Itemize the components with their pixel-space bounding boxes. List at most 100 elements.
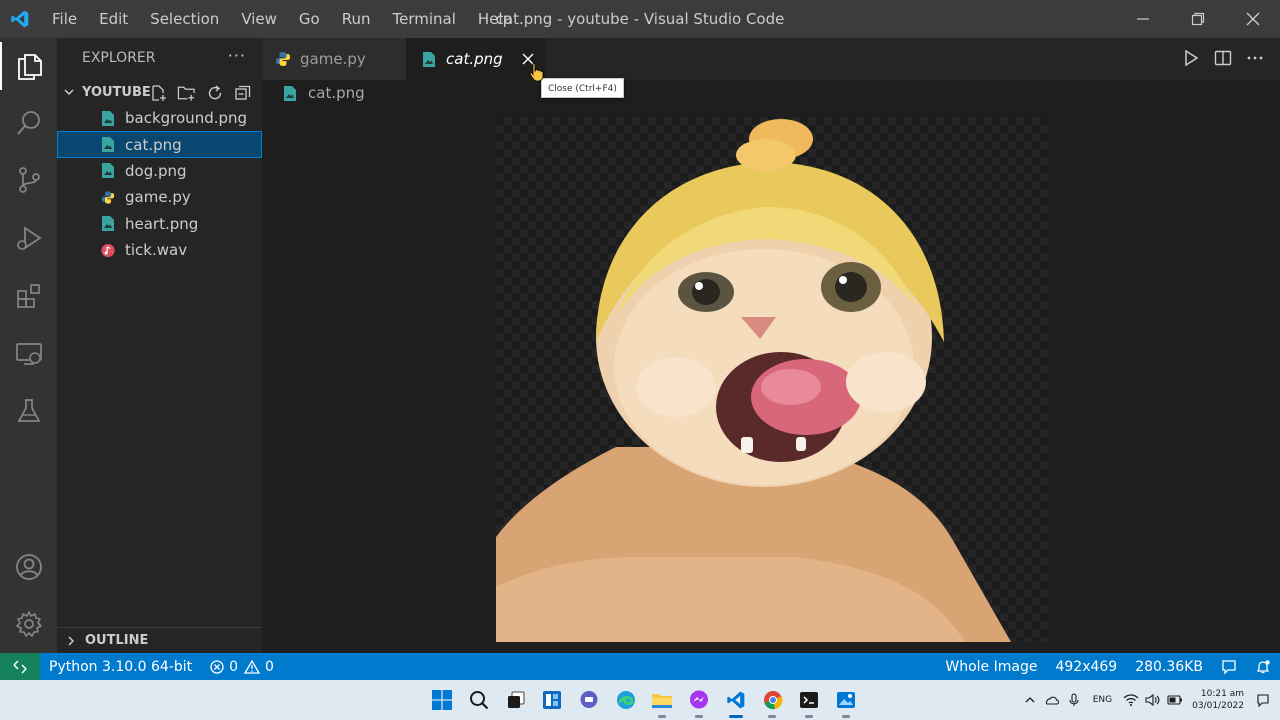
python-interpreter[interactable]: Python 3.10.0 64-bit	[40, 653, 201, 680]
image-zoom[interactable]: Whole Image	[936, 653, 1046, 680]
notifications-icon[interactable]	[1252, 680, 1274, 720]
file-label: background.png	[125, 109, 248, 128]
menu-terminal[interactable]: Terminal	[382, 0, 467, 38]
taskbar-apps	[424, 680, 864, 720]
menu-edit[interactable]: Edit	[88, 0, 139, 38]
search-icon[interactable]	[0, 99, 57, 147]
new-folder-icon[interactable]	[177, 83, 196, 102]
file-item-tick[interactable]: tick.wav	[57, 237, 262, 263]
extensions-icon[interactable]	[0, 272, 57, 320]
wifi-icon[interactable]	[1120, 680, 1142, 720]
chevron-right-icon	[65, 635, 79, 647]
collapse-all-icon[interactable]	[233, 83, 252, 102]
menu-run[interactable]: Run	[331, 0, 382, 38]
photos-icon[interactable]	[828, 680, 865, 720]
file-label: heart.png	[125, 214, 199, 233]
python-file-icon	[274, 50, 292, 68]
window-controls	[1115, 0, 1280, 38]
system-clock[interactable]: 10:21 am 03/01/2022	[1186, 688, 1252, 712]
status-bar: Python 3.10.0 64-bit 0 0 Whole Image 492…	[0, 653, 1280, 680]
image-preview[interactable]	[496, 117, 1048, 642]
windows-start-icon[interactable]	[424, 680, 461, 720]
menu-help[interactable]: Help	[467, 0, 523, 38]
problems-indicator[interactable]: 0 0	[201, 653, 283, 680]
breadcrumb-item[interactable]: cat.png	[308, 84, 365, 102]
settings-gear-icon[interactable]	[0, 600, 57, 648]
remote-explorer-icon[interactable]	[0, 330, 57, 378]
tab-label: cat.png	[446, 50, 503, 68]
file-item-game[interactable]: game.py	[57, 184, 262, 210]
folder-youtube[interactable]: YOUTUBE	[57, 79, 262, 105]
input-language[interactable]: ENG	[1085, 695, 1120, 705]
restore-button[interactable]	[1170, 0, 1225, 38]
explorer-header: EXPLORER ···	[57, 38, 262, 78]
file-item-background[interactable]: background.png	[57, 105, 262, 131]
run-debug-icon[interactable]	[0, 214, 57, 262]
onedrive-cloud-icon[interactable]	[1041, 680, 1063, 720]
menu-selection[interactable]: Selection	[139, 0, 230, 38]
tab-bar: game.py cat.png	[262, 38, 1280, 80]
outline-section[interactable]: OUTLINE	[57, 627, 262, 653]
image-file-icon	[420, 50, 438, 68]
feedback-icon[interactable]	[1212, 653, 1246, 680]
tab-game-py[interactable]: game.py	[262, 38, 406, 80]
menu-go[interactable]: Go	[288, 0, 331, 38]
volume-icon[interactable]	[1142, 680, 1164, 720]
close-window-button[interactable]	[1225, 0, 1280, 38]
microphone-icon[interactable]	[1063, 680, 1085, 720]
editor-actions	[1182, 48, 1264, 68]
image-file-icon	[101, 137, 115, 153]
chrome-icon[interactable]	[754, 680, 791, 720]
battery-icon[interactable]	[1164, 680, 1186, 720]
file-item-dog[interactable]: dog.png	[57, 158, 262, 184]
terminal-icon[interactable]	[791, 680, 828, 720]
status-bar-right: Whole Image 492x469 280.36KB	[936, 653, 1280, 680]
audio-file-icon	[101, 242, 115, 258]
more-actions-icon[interactable]	[1246, 48, 1264, 68]
teams-chat-icon[interactable]	[571, 680, 608, 720]
image-preview-editor	[262, 106, 1280, 653]
split-editor-icon[interactable]	[1214, 48, 1232, 68]
file-item-heart[interactable]: heart.png	[57, 211, 262, 237]
new-file-icon[interactable]	[149, 83, 168, 102]
menu-bar: File Edit Selection View Go Run Terminal…	[40, 0, 523, 38]
more-actions-icon[interactable]: ···	[228, 46, 246, 65]
error-count: 0	[229, 658, 239, 675]
close-icon	[1246, 12, 1259, 26]
remote-indicator[interactable]	[0, 653, 40, 680]
tab-label: game.py	[300, 50, 366, 68]
explorer-icon[interactable]	[0, 42, 57, 90]
tab-cat-png[interactable]: cat.png	[406, 38, 546, 80]
chevron-down-icon	[63, 86, 77, 98]
outline-label: OUTLINE	[85, 633, 149, 648]
minimize-button[interactable]	[1115, 0, 1170, 38]
explorer-sidebar: EXPLORER ··· YOUTUBE background.png cat.…	[57, 38, 262, 653]
python-file-icon	[101, 189, 115, 205]
vscode-icon[interactable]	[718, 680, 755, 720]
widgets-icon[interactable]	[534, 680, 571, 720]
source-control-icon[interactable]	[0, 156, 57, 204]
notifications-bell-icon[interactable]	[1246, 653, 1280, 680]
clock-date: 03/01/2022	[1192, 701, 1244, 711]
file-explorer-icon[interactable]	[644, 680, 681, 720]
system-tray: ENG 10:21 am 03/01/2022	[1019, 680, 1280, 720]
folder-name: YOUTUBE	[82, 84, 151, 100]
search-icon[interactable]	[461, 680, 498, 720]
minimize-icon	[1136, 18, 1149, 20]
messenger-icon[interactable]	[681, 680, 718, 720]
run-python-file-icon[interactable]	[1182, 48, 1200, 68]
chevron-up-icon[interactable]	[1019, 680, 1041, 720]
windows-taskbar: ENG 10:21 am 03/01/2022	[0, 680, 1280, 720]
task-view-icon[interactable]	[497, 680, 534, 720]
accounts-icon[interactable]	[0, 543, 57, 591]
menu-file[interactable]: File	[40, 0, 88, 38]
image-file-icon	[101, 216, 115, 232]
refresh-icon[interactable]	[205, 83, 224, 102]
menu-view[interactable]: View	[230, 0, 288, 38]
close-tooltip: Close (Ctrl+F4)	[541, 78, 624, 98]
edge-icon[interactable]	[607, 680, 644, 720]
file-item-cat[interactable]: cat.png	[57, 131, 262, 158]
clock-time: 10:21 am	[1200, 689, 1244, 699]
hand-cursor-icon	[529, 62, 544, 82]
testing-icon[interactable]	[0, 387, 57, 435]
